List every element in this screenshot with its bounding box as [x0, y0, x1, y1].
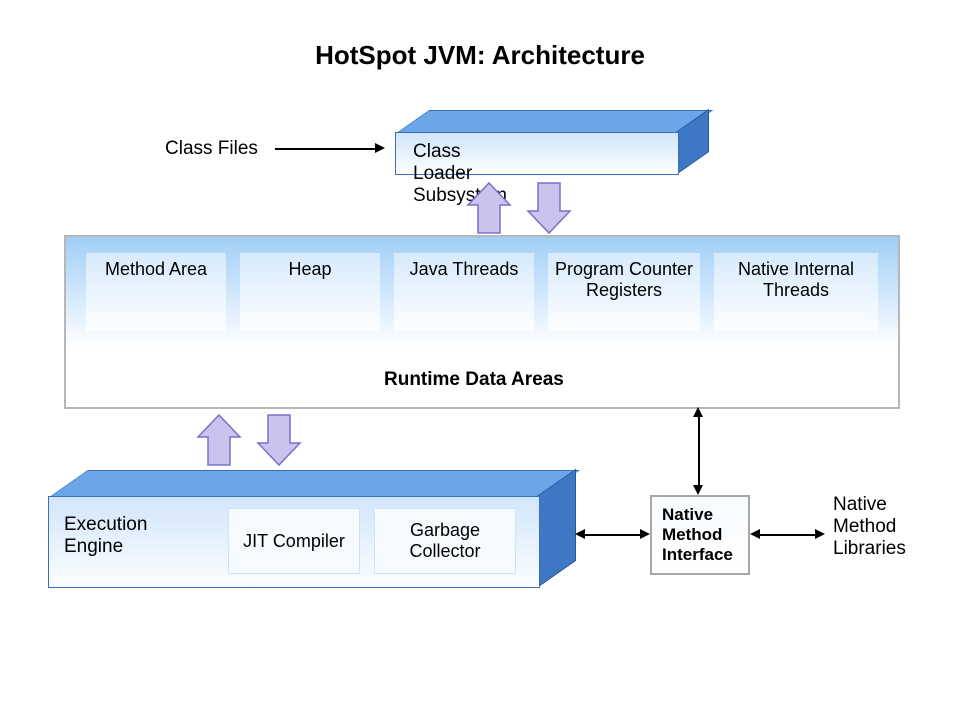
- fat-arrow-up-icon: [198, 415, 240, 465]
- arrow-exec-to-nmi: [585, 534, 640, 536]
- heap-box: Heap: [240, 253, 380, 331]
- arrowhead-left-icon: [575, 529, 585, 539]
- fat-arrow-up-icon: [468, 183, 510, 233]
- fat-arrow-down-icon: [258, 415, 300, 465]
- diagram-title: HotSpot JVM: Architecture: [0, 40, 960, 71]
- arrow-classfiles-to-loader: [275, 148, 375, 150]
- arrowhead-left-icon: [750, 529, 760, 539]
- native-method-interface-box: Native Method Interface: [650, 495, 750, 575]
- runtime-areas-label: Runtime Data Areas: [384, 369, 564, 391]
- arrowhead-right-icon: [375, 143, 385, 153]
- native-method-libraries-label: Native Method Libraries: [833, 494, 923, 560]
- arrow-runtime-to-nmi: [698, 417, 700, 485]
- execution-engine-label: Execution Engine: [64, 514, 184, 558]
- runtime-data-areas-panel: Method Area Heap Java Threads Program Co…: [64, 235, 900, 409]
- arrow-nml-to-nmi: [760, 534, 815, 536]
- class-files-label: Class Files: [165, 138, 258, 160]
- java-threads-box: Java Threads: [394, 253, 534, 331]
- pc-registers-box: Program Counter Registers: [548, 253, 700, 331]
- arrowhead-right-icon: [640, 529, 650, 539]
- arrowhead-up-icon: [693, 407, 703, 417]
- fat-arrow-down-icon: [528, 183, 570, 233]
- arrowhead-right-icon: [815, 529, 825, 539]
- arrowhead-down-icon: [693, 485, 703, 495]
- garbage-collector-box: Garbage Collector: [374, 508, 516, 574]
- jit-compiler-box: JIT Compiler: [228, 508, 360, 574]
- native-threads-box: Native Internal Threads: [714, 253, 878, 331]
- method-area-box: Method Area: [86, 253, 226, 331]
